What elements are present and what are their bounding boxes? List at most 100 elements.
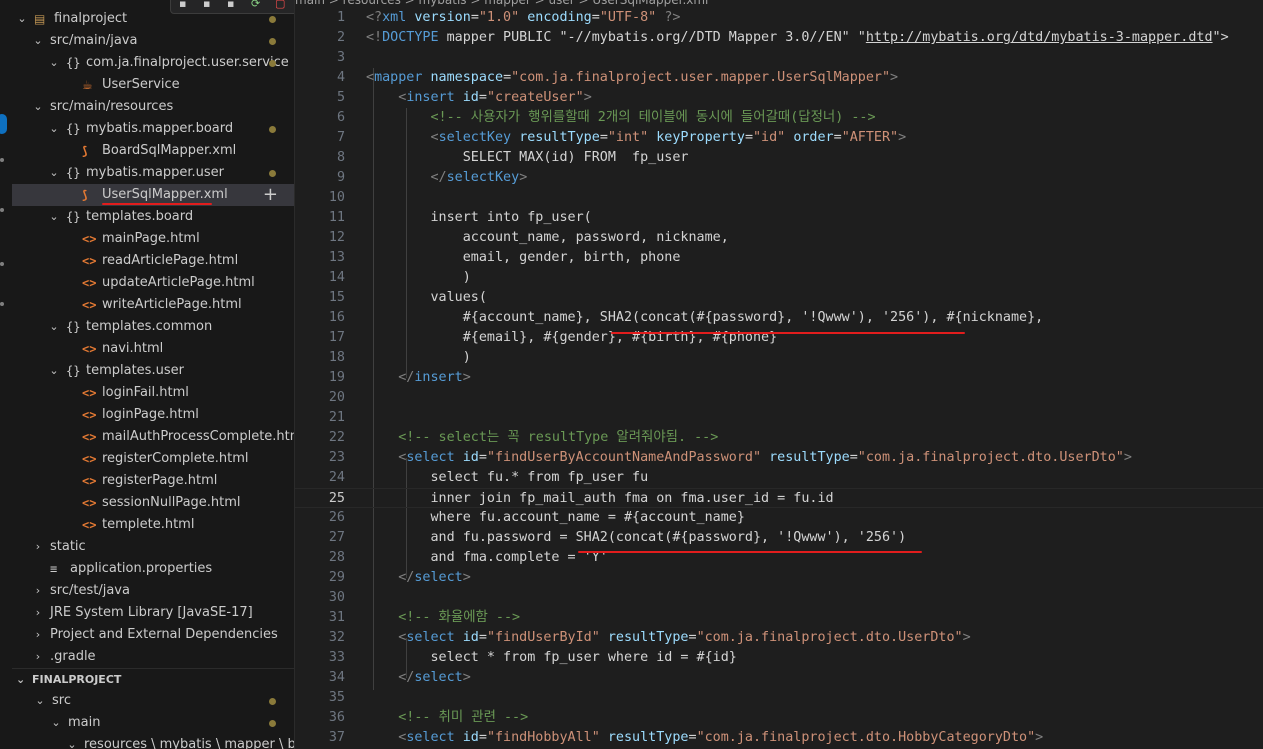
tree-item[interactable]: <> loginFail.html	[12, 382, 294, 404]
code-line[interactable]: 1 <?xml version="1.0" encoding="UTF-8" ?>	[295, 8, 1263, 28]
code-line[interactable]: 33 select * from fp_user where id = #{id…	[295, 648, 1263, 668]
code-line[interactable]: 14 )	[295, 268, 1263, 288]
code-line[interactable]: 22 <!-- select는 꼭 resultType 알려줘야됨. -->	[295, 428, 1263, 448]
code-line[interactable]: 4 <mapper namespace="com.ja.finalproject.…	[295, 68, 1263, 88]
code-line[interactable]: 16 #{account_name}, SHA2(concat(#{passwo…	[295, 308, 1263, 328]
tree-item[interactable]: <> mainPage.html	[12, 228, 294, 250]
tree-item[interactable]: <> writeArticlePage.html	[12, 294, 294, 316]
chevron-right-icon[interactable]: ›	[32, 536, 44, 558]
line-number: 33	[328, 650, 345, 665]
add-icon[interactable]: +	[263, 184, 278, 206]
tree-item[interactable]: › Project and External Dependencies	[12, 624, 294, 646]
code-token: select	[414, 570, 463, 585]
section-header-finalproject[interactable]: ⌄ FINALPROJECT	[12, 668, 294, 691]
tree-item[interactable]: › .gradle	[12, 646, 294, 668]
code-line[interactable]: 30	[295, 588, 1263, 608]
chevron-down-icon[interactable]: ⌄	[32, 96, 44, 118]
code-line[interactable]: 35	[295, 688, 1263, 708]
tree-item[interactable]: <> templete.html	[12, 514, 294, 536]
code-line[interactable]: 27 and fu.password = SHA2(concat(#{passw…	[295, 528, 1263, 548]
tree-item[interactable]: › JRE System Library [JavaSE-17]	[12, 602, 294, 624]
code-line[interactable]: 20	[295, 388, 1263, 408]
code-line[interactable]: 34 </select>	[295, 668, 1263, 688]
code-line[interactable]: 32 <select id="findUserById" resultType=…	[295, 628, 1263, 648]
code-line[interactable]: 3	[295, 48, 1263, 68]
tree-item[interactable]: ⌄ main	[12, 712, 294, 734]
code-line[interactable]: 6 <!-- 사용자가 행위를할때 2개의 테이블에 동시에 들어갈때(답정너)…	[295, 108, 1263, 128]
code-line[interactable]: 36 <!-- 취미 관련 -->	[295, 708, 1263, 728]
toolbar-dot-icon[interactable]: ▪	[227, 0, 234, 10]
code-line[interactable]: 11 insert into fp_user(	[295, 208, 1263, 228]
tree-item[interactable]: ⟆ UserSqlMapper.xml +	[12, 184, 294, 206]
tree-item[interactable]: <> mailAuthProcessComplete.html	[12, 426, 294, 448]
code-editor[interactable]: main > resources > mybatis > mapper > us…	[295, 0, 1263, 749]
chevron-down-icon[interactable]: ⌄	[66, 734, 78, 749]
tree-item[interactable]: ⌄ src	[12, 690, 294, 712]
chevron-right-icon[interactable]: ›	[32, 602, 44, 624]
code-line[interactable]: 17 #{email}, #{gender}, #{birth}, #{phon…	[295, 328, 1263, 348]
code-line[interactable]: 10	[295, 188, 1263, 208]
toolbar-dot-icon[interactable]: ▪	[179, 0, 186, 10]
tree-item[interactable]: ⌄ {} templates.common	[12, 316, 294, 338]
chevron-right-icon[interactable]: ›	[32, 624, 44, 646]
tree-item[interactable]: ☕ UserService	[12, 74, 294, 96]
tree-item[interactable]: › static	[12, 536, 294, 558]
chevron-down-icon[interactable]: ⌄	[16, 8, 28, 30]
code-line[interactable]: 5 <insert id="createUser">	[295, 88, 1263, 108]
tree-item[interactable]: <> navi.html	[12, 338, 294, 360]
chevron-down-icon[interactable]: ⌄	[48, 52, 60, 74]
code-line[interactable]: 18 )	[295, 348, 1263, 368]
tree-item[interactable]: ⌄ resources \ mybatis \ mapper \ board	[12, 734, 294, 749]
tree-item[interactable]: <> registerPage.html	[12, 470, 294, 492]
code-line[interactable]: 25 inner join fp_mail_auth fma on fma.us…	[295, 488, 1263, 508]
tree-item[interactable]: ⌄ {} mybatis.mapper.user	[12, 162, 294, 184]
tree-item[interactable]: <> sessionNullPage.html	[12, 492, 294, 514]
code-line[interactable]: 24 select fu.* from fp_user fu	[295, 468, 1263, 488]
toolbar-dot-icon[interactable]: ▪	[203, 0, 210, 10]
chevron-down-icon[interactable]: ⌄	[48, 360, 60, 382]
modified-dot	[269, 60, 276, 67]
tree-item[interactable]: <> loginPage.html	[12, 404, 294, 426]
line-number: 3	[336, 50, 345, 65]
tree-item[interactable]: ⌄ {} com.ja.finalproject.user.service	[12, 52, 294, 74]
tree-item[interactable]: › src/test/java	[12, 580, 294, 602]
code-line[interactable]: 13 email, gender, birth, phone	[295, 248, 1263, 268]
tree-item[interactable]: ⟆ BoardSqlMapper.xml	[12, 140, 294, 162]
code-line[interactable]: 37 <select id="findHobbyAll" resultType=…	[295, 728, 1263, 748]
line-number: 28	[328, 550, 345, 565]
chevron-down-icon[interactable]: ⌄	[50, 712, 62, 734]
tree-item[interactable]: <> updateArticlePage.html	[12, 272, 294, 294]
code-line[interactable]: 23 <select id="findUserByAccountNameAndP…	[295, 448, 1263, 468]
chevron-down-icon[interactable]: ⌄	[48, 316, 60, 338]
code-line[interactable]: 2 <!DOCTYPE mapper PUBLIC "-//mybatis.org…	[295, 28, 1263, 48]
code-line[interactable]: 26 where fu.account_name = #{account_nam…	[295, 508, 1263, 528]
code-line[interactable]: 21	[295, 408, 1263, 428]
tree-item[interactable]: <> registerComplete.html	[12, 448, 294, 470]
chevron-down-icon[interactable]: ⌄	[48, 162, 60, 184]
chevron-down-icon[interactable]: ⌄	[48, 118, 60, 140]
code-token: =	[478, 730, 487, 745]
tree-item[interactable]: ⌄ src/main/java	[12, 30, 294, 52]
tree-item[interactable]: ⌄ src/main/resources	[12, 96, 294, 118]
code-text: select fu.* from fp_user fu	[366, 468, 648, 488]
tree-item[interactable]: ⌄ {} templates.board	[12, 206, 294, 228]
refresh-icon[interactable]: ⟳	[251, 0, 260, 10]
code-line[interactable]: 7 <selectKey resultType="int" keyPropert…	[295, 128, 1263, 148]
chevron-down-icon[interactable]: ⌄	[34, 690, 46, 712]
code-line[interactable]: 29 </select>	[295, 568, 1263, 588]
code-line[interactable]: 9 </selectKey>	[295, 168, 1263, 188]
code-line[interactable]: 31 <!-- 화율에함 -->	[295, 608, 1263, 628]
chevron-right-icon[interactable]: ›	[32, 580, 44, 602]
code-line[interactable]: 12 account_name, password, nickname,	[295, 228, 1263, 248]
code-line[interactable]: 8 SELECT MAX(id) FROM fp_user	[295, 148, 1263, 168]
chevron-down-icon[interactable]: ⌄	[48, 206, 60, 228]
stop-icon[interactable]: ▢	[275, 0, 285, 10]
code-line[interactable]: 19 </insert>	[295, 368, 1263, 388]
tree-item[interactable]: ⌄ {} mybatis.mapper.board	[12, 118, 294, 140]
chevron-down-icon[interactable]: ⌄	[32, 30, 44, 52]
tree-item[interactable]: ⌄ {} templates.user	[12, 360, 294, 382]
code-line[interactable]: 15 values(	[295, 288, 1263, 308]
tree-item[interactable]: ≡ application.properties	[12, 558, 294, 580]
tree-item[interactable]: <> readArticlePage.html	[12, 250, 294, 272]
chevron-right-icon[interactable]: ›	[32, 646, 44, 668]
